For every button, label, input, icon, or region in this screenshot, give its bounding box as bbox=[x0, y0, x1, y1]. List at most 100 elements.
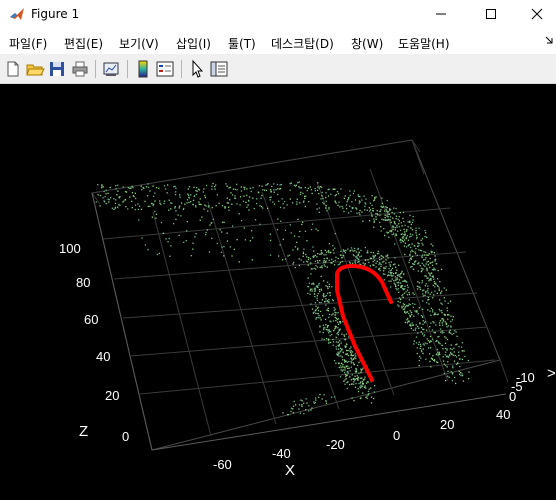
cloud-point bbox=[385, 262, 387, 264]
menu-tools[interactable]: 툴(T) bbox=[228, 35, 256, 52]
cloud-point bbox=[407, 226, 409, 228]
cloud-point bbox=[431, 291, 433, 294]
cloud-point bbox=[326, 257, 328, 259]
cloud-point bbox=[381, 202, 383, 205]
cloud-point bbox=[458, 346, 460, 348]
cloud-point bbox=[351, 249, 353, 251]
cloud-point bbox=[302, 192, 304, 194]
cloud-point bbox=[418, 365, 420, 367]
cloud-point bbox=[444, 342, 447, 344]
close-button[interactable] bbox=[514, 0, 556, 30]
new-figure-icon[interactable] bbox=[3, 59, 23, 79]
minimize-button[interactable] bbox=[418, 0, 464, 30]
menu-insert[interactable]: 삽입(I) bbox=[176, 35, 211, 52]
cloud-point bbox=[243, 186, 245, 188]
cloud-point bbox=[335, 256, 337, 258]
cloud-point bbox=[400, 241, 402, 244]
cloud-point bbox=[309, 186, 311, 188]
cloud-point bbox=[334, 188, 336, 190]
cloud-point bbox=[360, 370, 362, 372]
cloud-point bbox=[414, 303, 416, 305]
cloud-point bbox=[347, 367, 349, 370]
cloud-point bbox=[147, 205, 149, 207]
cloud-point bbox=[343, 250, 345, 252]
cloud-point bbox=[434, 268, 436, 270]
cloud-point bbox=[345, 366, 348, 368]
cloud-point bbox=[432, 284, 434, 286]
plot-canvas[interactable]: 100 80 60 40 20 0 Z -60 -40 -20 0 20 40 … bbox=[0, 84, 556, 500]
z-tick-label: 20 bbox=[105, 388, 119, 403]
cloud-point bbox=[282, 412, 284, 414]
cloud-point bbox=[335, 348, 338, 350]
print-icon[interactable] bbox=[70, 59, 90, 79]
menu-file[interactable]: 파일(F) bbox=[9, 35, 47, 52]
cloud-point bbox=[433, 278, 435, 280]
cloud-point bbox=[438, 335, 440, 338]
cloud-point bbox=[384, 267, 387, 270]
cloud-point bbox=[305, 253, 307, 256]
cloud-point bbox=[337, 264, 339, 266]
cloud-point bbox=[226, 232, 228, 234]
link-plot-icon[interactable] bbox=[101, 59, 121, 79]
cloud-point bbox=[427, 309, 429, 311]
cloud-point bbox=[355, 256, 357, 258]
edit-plot-icon[interactable] bbox=[187, 59, 207, 79]
cloud-point bbox=[353, 383, 355, 385]
cloud-point bbox=[119, 204, 121, 206]
minimize-icon bbox=[435, 8, 447, 23]
menu-window[interactable]: 창(W) bbox=[351, 35, 383, 52]
cloud-point bbox=[174, 185, 176, 187]
menu-view[interactable]: 보기(V) bbox=[119, 35, 159, 52]
cloud-point bbox=[433, 294, 435, 296]
cloud-point bbox=[357, 376, 359, 378]
cloud-point bbox=[360, 368, 362, 370]
cloud-point bbox=[186, 221, 188, 223]
toolbar-separator bbox=[127, 60, 128, 78]
cloud-point bbox=[373, 218, 375, 220]
cloud-point bbox=[320, 198, 322, 200]
insert-colorbar-icon[interactable] bbox=[133, 59, 153, 79]
menu-edit[interactable]: 편집(E) bbox=[64, 35, 103, 52]
cloud-point bbox=[426, 343, 428, 345]
cloud-point bbox=[430, 307, 433, 309]
cloud-point bbox=[374, 259, 376, 262]
cloud-point bbox=[329, 294, 331, 297]
cloud-point bbox=[165, 238, 167, 240]
cloud-point bbox=[460, 346, 463, 348]
cloud-point bbox=[446, 314, 449, 316]
cloud-point bbox=[337, 348, 340, 350]
cloud-point bbox=[292, 408, 294, 410]
cloud-point bbox=[325, 294, 328, 297]
cloud-point bbox=[367, 250, 369, 252]
open-file-icon[interactable] bbox=[25, 59, 45, 79]
dock-arrow-icon[interactable] bbox=[544, 35, 554, 50]
cloud-point bbox=[444, 300, 446, 302]
cloud-point bbox=[408, 312, 410, 315]
cloud-point bbox=[344, 361, 347, 363]
cloud-point bbox=[378, 252, 380, 255]
save-icon[interactable] bbox=[47, 59, 67, 79]
cloud-point bbox=[454, 354, 456, 357]
maximize-button[interactable] bbox=[468, 0, 514, 30]
cloud-point bbox=[164, 188, 167, 190]
figure-window: Figure 1 파일(F) 편집(E) 보기(V) 삽입(I) 툴(T) 데스… bbox=[0, 0, 556, 500]
cloud-point bbox=[436, 313, 438, 316]
cloud-point bbox=[451, 333, 453, 336]
title-bar[interactable]: Figure 1 bbox=[0, 0, 556, 30]
cloud-point bbox=[434, 282, 436, 285]
menu-help[interactable]: 도움말(H) bbox=[398, 35, 450, 52]
cloud-point bbox=[446, 307, 448, 309]
cloud-point bbox=[319, 317, 321, 319]
cloud-point bbox=[317, 317, 319, 319]
cloud-point bbox=[111, 207, 113, 209]
insert-legend-icon[interactable] bbox=[155, 59, 175, 79]
cloud-point bbox=[391, 233, 393, 236]
cloud-point bbox=[314, 401, 317, 404]
cloud-point bbox=[437, 351, 439, 353]
property-inspector-icon[interactable] bbox=[209, 59, 229, 79]
cloud-point bbox=[337, 334, 339, 336]
cloud-point bbox=[441, 318, 443, 320]
cloud-point bbox=[421, 280, 423, 282]
menu-desktop[interactable]: 데스크탑(D) bbox=[271, 35, 334, 52]
cloud-point bbox=[377, 214, 379, 216]
